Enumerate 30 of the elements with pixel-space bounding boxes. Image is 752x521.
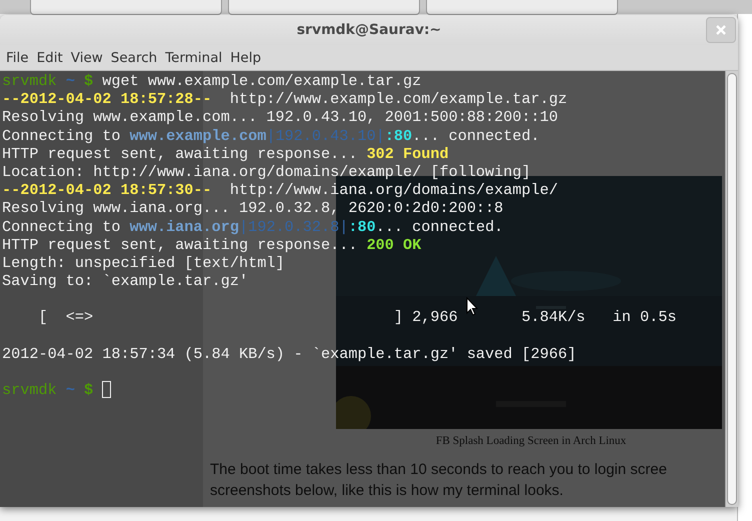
close-button[interactable] [706,17,736,43]
shell-prompt: srvmdk ~ $ [2,381,94,400]
image-caption: FB Splash Loading Screen in Arch Linux [434,435,628,447]
terminal-line: Resolving www.iana.org... 192.0.32.8, 2620:0:2d0:200::8 [2,199,504,218]
browser-tab[interactable] [30,0,222,15]
terminal-line: Saving to: `example.tar.gz' [2,272,248,290]
mouse-pointer-icon [466,297,478,316]
terminal-line: srvmdk ~ $ wget www.example.com/example.tar.gz [2,72,422,90]
terminal-line: Resolving www.example.com... 192.0.43.10, 2001:500:88:200::10 [2,108,558,126]
paragraph-line: The boot time takes less than 10 seconds to reach you to login scree [210,461,667,478]
terminal-line: HTTP request sent, awaiting response... 302 Found [2,144,449,163]
paragraph-line: screenshots below, like this is how my terminal looks. [210,482,564,499]
terminal-line: Location: http://www.iana.org/domains/example/ [following] [2,162,531,181]
menu-item[interactable]: Help [226,50,266,66]
browser-tab[interactable] [228,0,420,15]
window-title: srvmdk@Saurav:~ [296,22,442,38]
menu-item[interactable]: Edit [32,50,67,66]
menu-item[interactable]: Terminal [161,50,226,66]
terminal-line: HTTP request sent, awaiting response... 200 OK [2,236,422,254]
terminal-line: Connecting to www.example.com|192.0.43.10|:80... connected. [2,126,540,145]
menu-item[interactable]: File [2,50,33,66]
terminal-line: [ <=> ] 2,966 5.84K/s in 0.5s [37,308,676,326]
terminal-line: --2012-04-02 18:57:28-- http://www.example.com/example.tar.gz [2,90,568,108]
browser-tab[interactable] [426,0,618,15]
terminal-line: 2012-04-02 18:57:34 (5.84 KB/s) - `example.tar.gz' saved [2966] [2,344,576,363]
menu-item[interactable]: View [66,50,107,66]
menu-item[interactable]: Search [106,50,162,66]
close-icon [715,24,727,36]
terminal-line: Length: unspecified [text/html] [2,254,285,272]
terminal-line: --2012-04-02 18:57:30-- http://www.iana.org/domains/example/ [2,181,558,200]
